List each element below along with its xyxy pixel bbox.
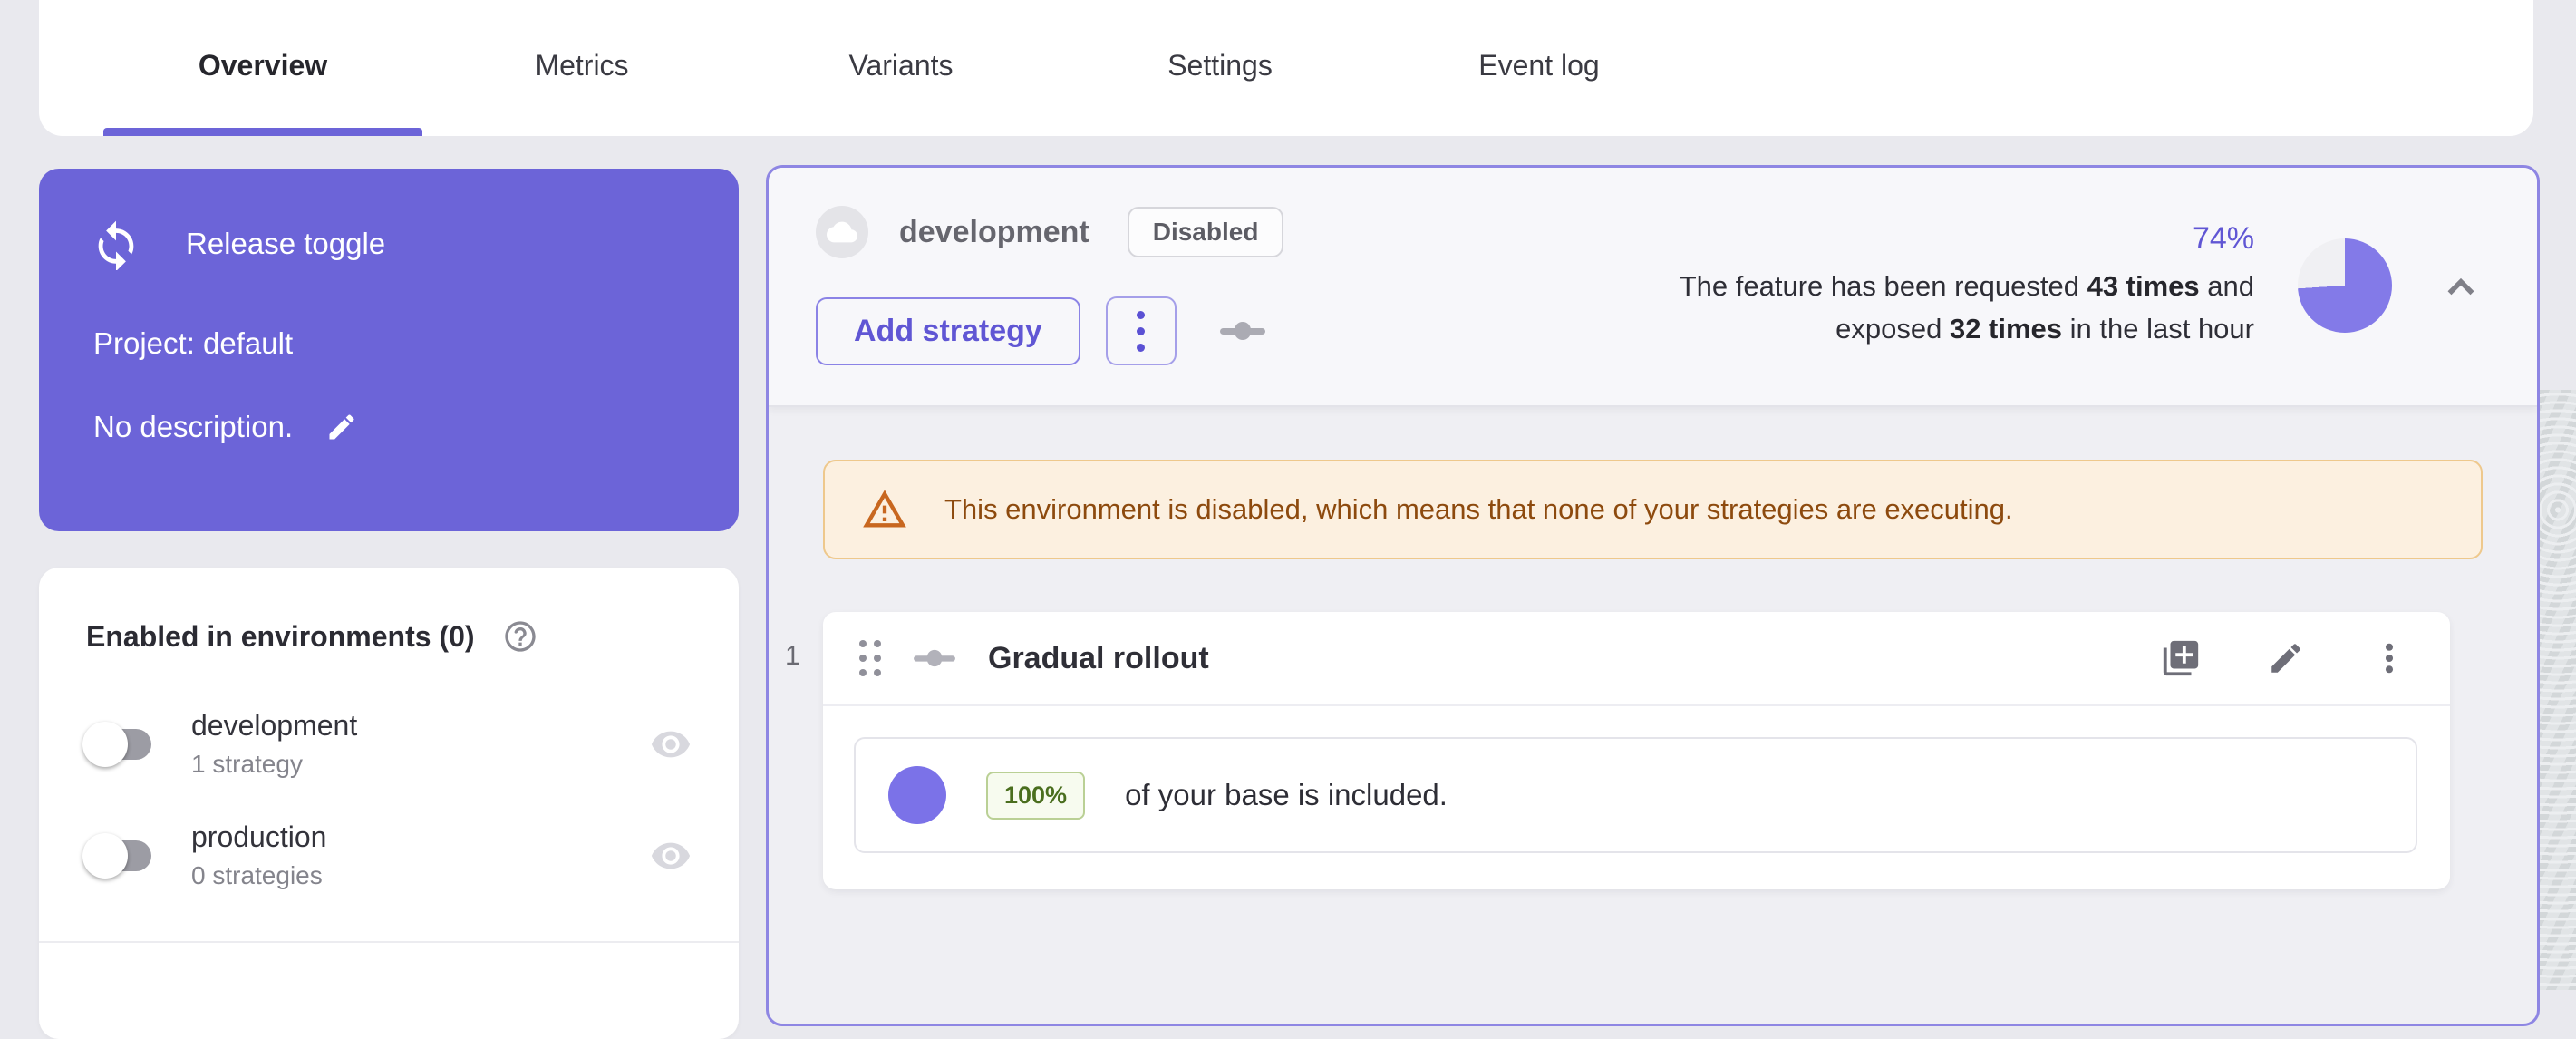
release-toggle-icon	[90, 218, 142, 270]
tab-variants[interactable]: Variants	[741, 49, 1060, 83]
edit-strategy-icon[interactable]	[2267, 639, 2305, 677]
feature-type-label: Release toggle	[186, 227, 385, 261]
strategy-list-item: 1 Gradual rollout	[823, 612, 2450, 889]
toggle-knob	[82, 722, 128, 767]
enabled-environments-title: Enabled in environments (0)	[86, 620, 475, 654]
collapse-chevron-up-icon[interactable]	[2436, 260, 2486, 311]
visibility-eye-icon[interactable]	[650, 723, 692, 765]
rollout-description-text: of your base is included.	[1125, 778, 1448, 812]
background-decoration	[2540, 390, 2576, 990]
environment-more-menu-button[interactable]	[1106, 296, 1177, 365]
environment-strategy-count: 0 strategies	[191, 861, 326, 890]
metrics-pie-chart	[2298, 238, 2392, 333]
rollout-percentage-badge: 100%	[986, 772, 1085, 820]
feature-type-card: Release toggle Project: default No descr…	[39, 169, 739, 531]
edit-description-icon[interactable]	[325, 411, 358, 443]
strategy-more-menu-icon[interactable]	[2370, 639, 2408, 677]
enabled-environments-card: Enabled in environments (0) development …	[39, 568, 739, 1039]
environment-panel-header: development Disabled Add strategy 74%	[769, 168, 2537, 407]
cloud-environment-icon	[816, 206, 868, 258]
environment-name: development	[191, 709, 357, 743]
toggle-knob	[82, 833, 128, 879]
tab-settings[interactable]: Settings	[1060, 49, 1380, 83]
environment-name: production	[191, 821, 326, 854]
rollout-pie-full-icon	[888, 766, 946, 824]
tab-overview[interactable]: Overview	[103, 49, 422, 83]
metrics-summary-text: The feature has been requested 43 times …	[1656, 266, 2254, 350]
status-badge: Disabled	[1128, 207, 1284, 257]
metrics-percentage: 74%	[1656, 221, 2254, 257]
environment-row-development: development 1 strategy	[86, 709, 692, 779]
environment-panel-body: This environment is disabled, which mean…	[769, 407, 2537, 889]
copy-strategy-icon[interactable]	[2160, 637, 2202, 679]
drag-handle-icon[interactable]	[859, 640, 881, 676]
strategy-name: Gradual rollout	[988, 641, 1209, 676]
active-tab-indicator	[103, 128, 422, 136]
strategy-index: 1	[785, 641, 800, 672]
warning-text: This environment is disabled, which mean…	[944, 493, 2013, 526]
card-divider	[39, 941, 739, 943]
help-icon[interactable]	[502, 618, 538, 655]
production-toggle[interactable]	[86, 837, 153, 875]
development-environment-panel: development Disabled Add strategy 74%	[766, 165, 2540, 1026]
rollout-summary-box: 100% of your base is included.	[854, 737, 2417, 853]
environment-disabled-warning: This environment is disabled, which mean…	[823, 460, 2483, 559]
strategy-card: Gradual rollout	[823, 612, 2450, 889]
strategy-rollout-icon	[914, 648, 955, 668]
development-toggle[interactable]	[86, 725, 153, 763]
warning-triangle-icon	[861, 486, 908, 533]
feature-tab-bar: Overview Metrics Variants Settings Event…	[39, 0, 2533, 136]
environment-row-production: production 0 strategies	[86, 821, 692, 890]
environment-strategy-count: 1 strategy	[191, 750, 357, 779]
feature-project-label: Project: default	[93, 326, 688, 361]
environment-panel-title: development	[899, 215, 1089, 250]
feature-description-label: No description.	[93, 410, 293, 444]
strategy-rollout-icon	[1220, 320, 1265, 342]
tab-event-log[interactable]: Event log	[1380, 49, 1699, 83]
visibility-eye-icon[interactable]	[650, 835, 692, 877]
tab-metrics[interactable]: Metrics	[422, 49, 741, 83]
add-strategy-button[interactable]: Add strategy	[816, 297, 1080, 365]
